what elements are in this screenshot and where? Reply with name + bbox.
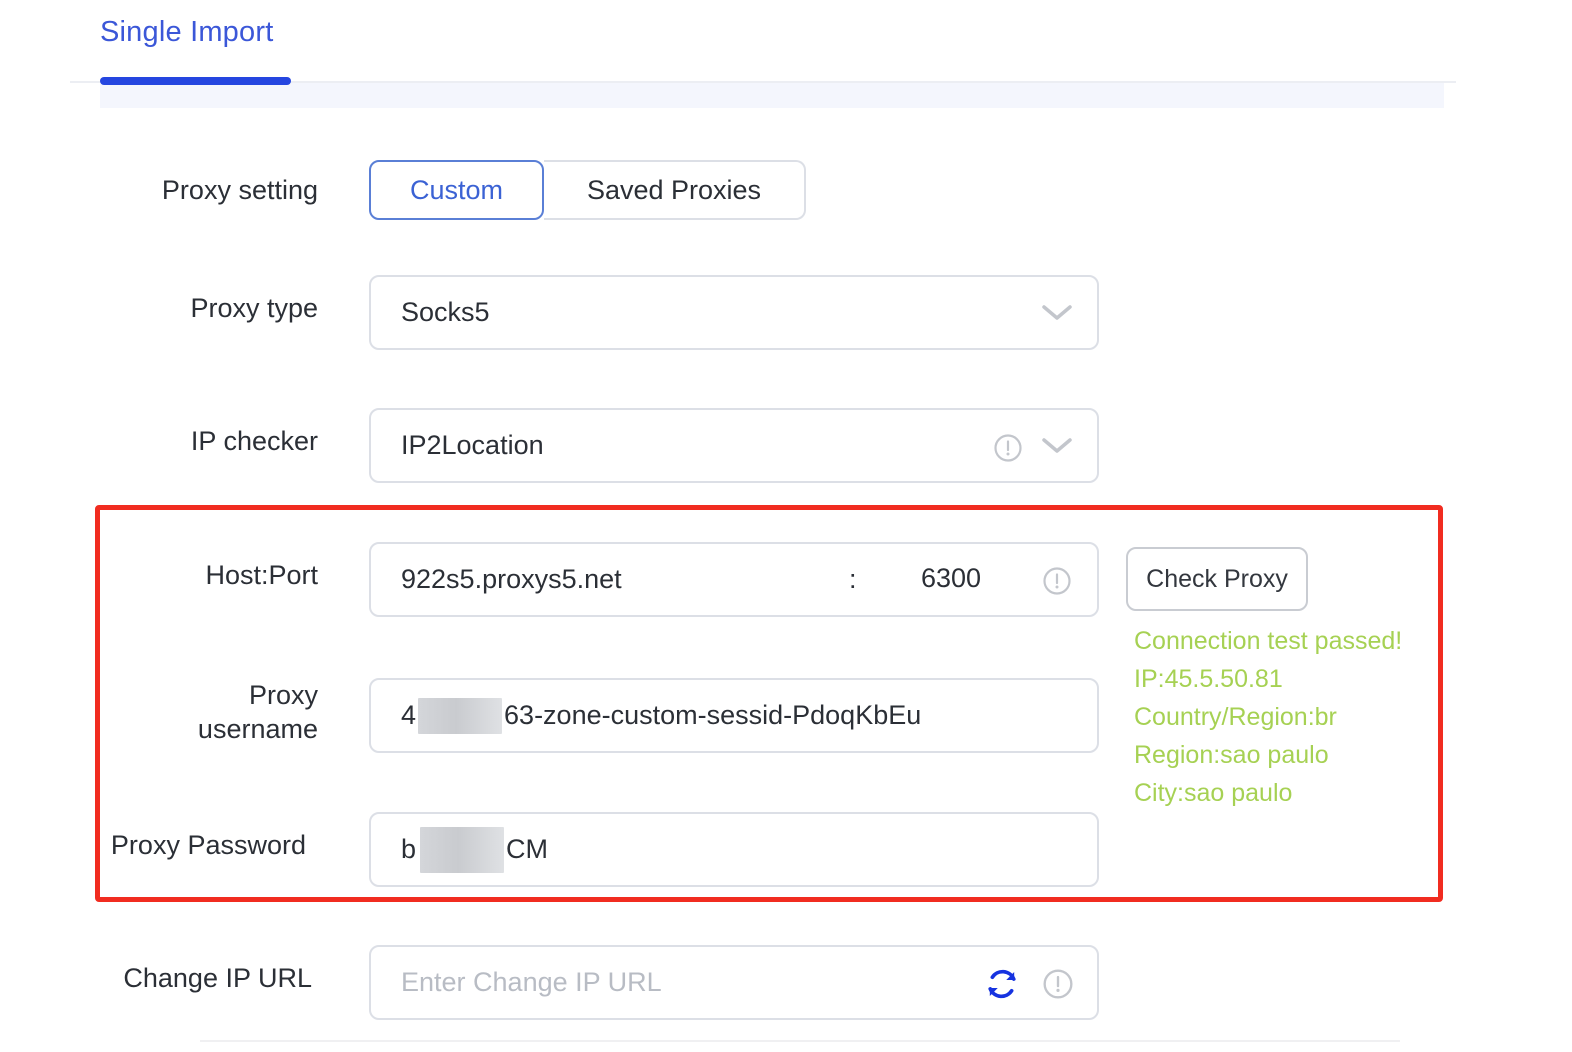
- proxy-password-value-prefix: b: [401, 834, 417, 864]
- redaction-block: [420, 826, 505, 873]
- proxy-type-value: Socks5: [401, 297, 490, 327]
- check-proxy-button[interactable]: Check Proxy: [1126, 547, 1308, 611]
- proxy-username-label: Proxy username: [197, 680, 318, 744]
- proxy-type-select[interactable]: Socks5: [369, 275, 1099, 350]
- change-ip-url-placeholder: Enter Change IP URL: [401, 967, 662, 997]
- connection-status-text: Connection test passed!: [1134, 627, 1403, 655]
- proxy-password-value-suffix: CM: [506, 834, 549, 864]
- info-icon[interactable]: [1042, 968, 1074, 1005]
- single-import-panel: Single Import Proxy setting Custom Saved…: [0, 0, 1572, 1052]
- tab-single-import[interactable]: Single Import: [100, 16, 273, 49]
- info-icon[interactable]: [993, 433, 1023, 468]
- tab-active-underline: [100, 77, 291, 85]
- proxy-password-label: Proxy Password: [110, 830, 306, 860]
- connection-country-text: Country/Region:br: [1134, 703, 1337, 731]
- host-input[interactable]: 922s5.proxys5.net: [371, 564, 622, 595]
- proxy-username-value-prefix: 4: [401, 700, 417, 730]
- ip-checker-value: IP2Location: [401, 430, 544, 460]
- change-ip-url-label: Change IP URL: [123, 963, 312, 993]
- connection-city-text: City:sao paulo: [1134, 779, 1293, 807]
- proxy-setting-option-saved-proxies[interactable]: Saved Proxies: [544, 160, 806, 220]
- connection-ip-text: IP:45.5.50.81: [1134, 665, 1283, 693]
- proxy-type-label: Proxy type: [190, 293, 318, 323]
- redaction-block: [418, 697, 503, 734]
- info-icon[interactable]: [1042, 566, 1072, 601]
- connection-region-text: Region:sao paulo: [1134, 741, 1329, 769]
- bottom-divider: [200, 1040, 1400, 1042]
- host-port-label: Host:Port: [205, 560, 318, 590]
- chevron-down-icon[interactable]: [1040, 436, 1074, 461]
- ip-checker-select[interactable]: IP2Location: [369, 408, 1099, 483]
- ip-checker-label: IP checker: [190, 426, 318, 456]
- host-port-separator: :: [849, 564, 857, 594]
- proxy-username-value-suffix: 63-zone-custom-sessid-PdoqKbEu: [504, 700, 922, 730]
- refresh-icon[interactable]: [985, 967, 1019, 1006]
- chevron-down-icon[interactable]: [1040, 303, 1074, 328]
- proxy-setting-segmented-control: Custom Saved Proxies: [369, 160, 806, 220]
- tab-bar: Single Import: [0, 0, 1572, 108]
- proxy-setting-label: Proxy setting: [161, 175, 318, 205]
- tab-band: [100, 83, 1444, 108]
- proxy-setting-option-custom[interactable]: Custom: [369, 160, 544, 220]
- connection-test-result: Connection test passed! IP:45.5.50.81 Co…: [1134, 622, 1402, 812]
- proxy-username-input[interactable]: 4 63-zone-custom-sessid-PdoqKbEu: [369, 678, 1099, 753]
- port-input[interactable]: 6300: [921, 563, 981, 594]
- proxy-password-input[interactable]: b CM: [369, 812, 1099, 887]
- host-port-input-group[interactable]: 922s5.proxys5.net: [369, 542, 1099, 617]
